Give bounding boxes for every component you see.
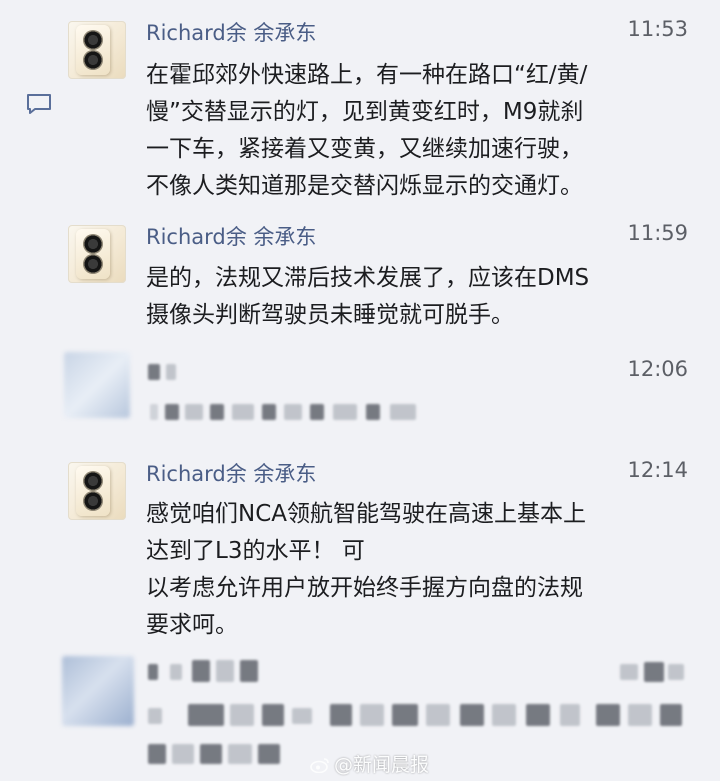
blurred-text <box>492 704 516 726</box>
blurred-text <box>165 404 179 420</box>
message-text: 是的，法规又滞后技术发展了，应该在DMS 摄像头判断驾驶员未睡觉就可脱手。 <box>146 260 702 334</box>
message-time: 11:53 <box>627 17 688 41</box>
watermark: @新闻晨报 <box>310 750 429 777</box>
comment-icon[interactable] <box>26 93 52 115</box>
message-time: 12:14 <box>627 458 688 482</box>
message-line: 一下车，紧接着又变黄，又继续加速行驶， <box>146 136 583 162</box>
avatar[interactable] <box>68 225 126 283</box>
blurred-time <box>620 664 638 680</box>
message-line: 摄像头判断驾驶员未睡觉就可脱手。 <box>146 302 514 328</box>
blurred-text <box>148 708 162 724</box>
message-line: 感觉咱们NCA领航智能驾驶在高速上基本上 <box>146 501 586 527</box>
blurred-text <box>232 404 254 420</box>
weibo-logo-icon <box>310 758 329 773</box>
blurred-sender <box>240 660 258 682</box>
message-time: 11:59 <box>627 221 688 245</box>
blurred-text <box>560 704 580 726</box>
message-line: 达到了L3的水平！ 可 <box>146 538 365 564</box>
blurred-text <box>200 744 222 764</box>
blurred-text <box>330 704 352 726</box>
blurred-sender <box>166 364 176 380</box>
avatar-blurred[interactable] <box>64 352 130 418</box>
blurred-text <box>426 704 450 726</box>
blurred-text <box>360 704 384 726</box>
blurred-sender <box>148 664 158 680</box>
message-text: 在霍邱郊外快速路上，有一种在路口“红/黄/ 慢”交替显示的灯，见到黄变红时，M9… <box>146 57 702 205</box>
avatar-blurred[interactable] <box>62 656 134 726</box>
message-line: 是的，法规又滞后技术发展了，应该在DMS <box>146 265 590 291</box>
blurred-text <box>660 704 682 726</box>
blurred-text <box>333 404 357 420</box>
blurred-text <box>392 704 418 726</box>
sender-name[interactable]: Richard余 余承东 <box>146 221 316 251</box>
blurred-time <box>644 662 664 682</box>
blurred-sender <box>216 660 234 682</box>
blurred-text <box>148 744 166 764</box>
blurred-text <box>284 404 302 420</box>
blurred-sender <box>148 364 160 380</box>
blurred-text <box>596 704 620 726</box>
watermark-text: @新闻晨报 <box>334 754 430 776</box>
message-line: 要求呵。 <box>146 612 238 638</box>
sender-name[interactable]: Richard余 余承东 <box>146 458 316 488</box>
blurred-text <box>292 708 312 724</box>
blurred-text <box>460 704 484 726</box>
blurred-text <box>210 404 224 420</box>
blurred-text <box>172 744 194 764</box>
message-time: 12:06 <box>627 357 688 381</box>
message-text: 感觉咱们NCA领航智能驾驶在高速上基本上 达到了L3的水平！ 可 以考虑允许用户… <box>146 496 702 644</box>
blurred-text <box>230 704 254 726</box>
blurred-text <box>258 744 280 764</box>
blurred-text <box>185 404 203 420</box>
message-line: 以考虑允许用户放开始终手握方向盘的法规 <box>146 575 583 601</box>
blurred-text <box>262 404 276 420</box>
blurred-sender <box>170 664 182 680</box>
message-line: 在霍邱郊外快速路上，有一种在路口“红/黄/ <box>146 62 588 88</box>
blurred-text <box>228 744 252 764</box>
avatar[interactable] <box>68 462 126 520</box>
blurred-time <box>668 664 684 680</box>
blurred-text <box>390 404 416 420</box>
message-line: 慢”交替显示的灯，见到黄变红时，M9就刹 <box>146 99 584 125</box>
blurred-text <box>628 704 652 726</box>
blurred-text <box>310 404 324 420</box>
avatar[interactable] <box>68 21 126 79</box>
blurred-text <box>262 704 284 726</box>
blurred-sender <box>192 660 210 682</box>
blurred-text <box>150 404 158 420</box>
blurred-text <box>188 704 224 726</box>
message-line: 不像人类知道那是交替闪烁显示的交通灯。 <box>146 173 583 199</box>
blurred-text <box>366 404 380 420</box>
sender-name[interactable]: Richard余 余承东 <box>146 17 316 47</box>
blurred-text <box>526 704 550 726</box>
